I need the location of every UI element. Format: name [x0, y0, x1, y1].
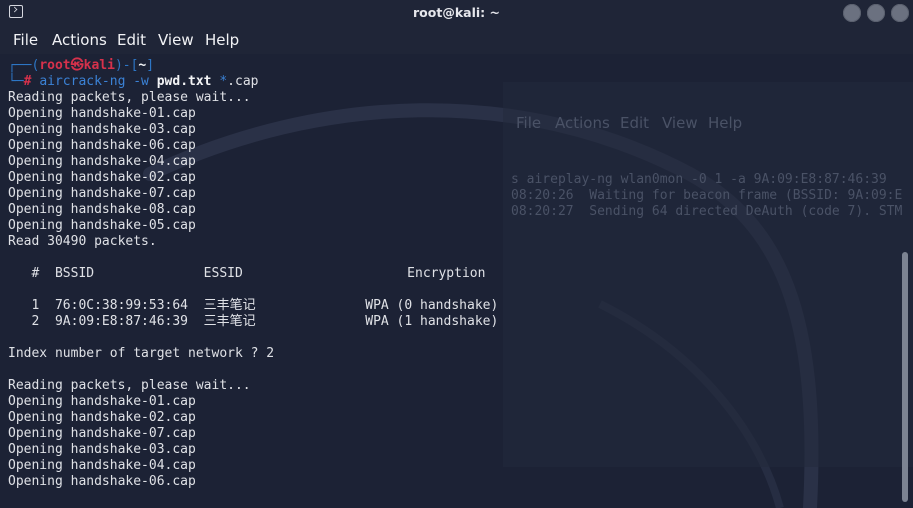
output-line: Reading packets, please wait... — [8, 378, 251, 393]
menu-bar: File Actions Edit View Help — [0, 26, 913, 54]
prompt-close: )-[ — [114, 58, 139, 73]
vertical-scrollbar[interactable] — [902, 252, 908, 502]
menu-file[interactable]: File — [13, 31, 38, 49]
maximize-button[interactable] — [867, 4, 885, 22]
ghost-line: s aireplay-ng wlan0mon -0 1 -a 9A:09:E8:… — [511, 172, 887, 187]
prompt-open: ┌──( — [8, 58, 40, 73]
output-line: Opening handshake-07.cap — [8, 426, 196, 441]
menu-actions[interactable]: Actions — [52, 31, 107, 49]
output-line: Opening handshake-03.cap — [8, 442, 196, 457]
command-glob-ext: .cap — [227, 74, 259, 89]
prompt-end: ] — [146, 58, 155, 73]
output-line: Opening handshake-06.cap — [8, 138, 196, 153]
output-line: Opening handshake-04.cap — [8, 154, 196, 169]
menu-view[interactable]: View — [158, 31, 194, 49]
table-row: 1 76:0C:38:99:53:64 三丰笔记 WPA (0 handshak… — [8, 298, 499, 313]
prompt-line-1: ┌──(root㉿kali)-[~] — [8, 58, 154, 74]
output-line: Opening handshake-01.cap — [8, 106, 196, 121]
output-line: Opening handshake-01.cap — [8, 394, 196, 409]
output-line: Opening handshake-02.cap — [8, 170, 196, 185]
ghost-menu-file: File — [516, 114, 542, 132]
output-line: Opening handshake-03.cap — [8, 122, 196, 137]
output-line: Opening handshake-07.cap — [8, 186, 196, 201]
ghost-menu-view: View — [662, 114, 698, 132]
output-line: Read 30490 packets. — [8, 234, 157, 249]
prompt-hash: # — [23, 74, 32, 89]
terminal-window: File Actions Edit View Help s aireplay-n… — [0, 0, 913, 508]
minimize-button[interactable] — [843, 4, 861, 22]
output-line: Opening handshake-04.cap — [8, 458, 196, 473]
ghost-menu-actions: Actions — [555, 114, 610, 132]
ghost-line: 08:20:27 Sending 64 directed DeAuth (cod… — [511, 204, 903, 219]
menu-help[interactable]: Help — [205, 31, 239, 49]
output-line: Opening handshake-05.cap — [8, 218, 196, 233]
prompt-corner: └─ — [8, 74, 24, 89]
table-header: # BSSID ESSID Encryption — [8, 266, 486, 281]
output-line: Opening handshake-08.cap — [8, 202, 196, 217]
target-question: Index number of target network ? 2 — [8, 346, 275, 361]
command-name: aircrack-ng — [39, 74, 126, 89]
command-wordlist: pwd.txt — [156, 74, 212, 89]
output-line: Reading packets, please wait... — [8, 90, 251, 105]
output-line: Opening handshake-06.cap — [8, 474, 196, 489]
menu-edit[interactable]: Edit — [117, 31, 146, 49]
output-line: Opening handshake-02.cap — [8, 410, 196, 425]
command-flag: -w — [133, 74, 149, 89]
title-bar[interactable]: root@kali: ~ — [0, 0, 913, 26]
ghost-menu-edit: Edit — [620, 114, 650, 132]
close-button[interactable] — [891, 4, 909, 22]
prompt-line-2: └─# aircrack-ng -w pwd.txt *.cap — [8, 74, 258, 90]
prompt-user: root㉿kali — [39, 58, 115, 73]
background-terminal-window — [503, 82, 913, 467]
table-row: 2 9A:09:E8:87:46:39 三丰笔记 WPA (1 handshak… — [8, 314, 499, 329]
command-glob-star: * — [219, 74, 228, 89]
ghost-menu-help: Help — [708, 114, 743, 132]
ghost-line: 08:20:26 Waiting for beacon frame (BSSID… — [511, 188, 903, 203]
window-title: root@kali: ~ — [413, 5, 500, 20]
